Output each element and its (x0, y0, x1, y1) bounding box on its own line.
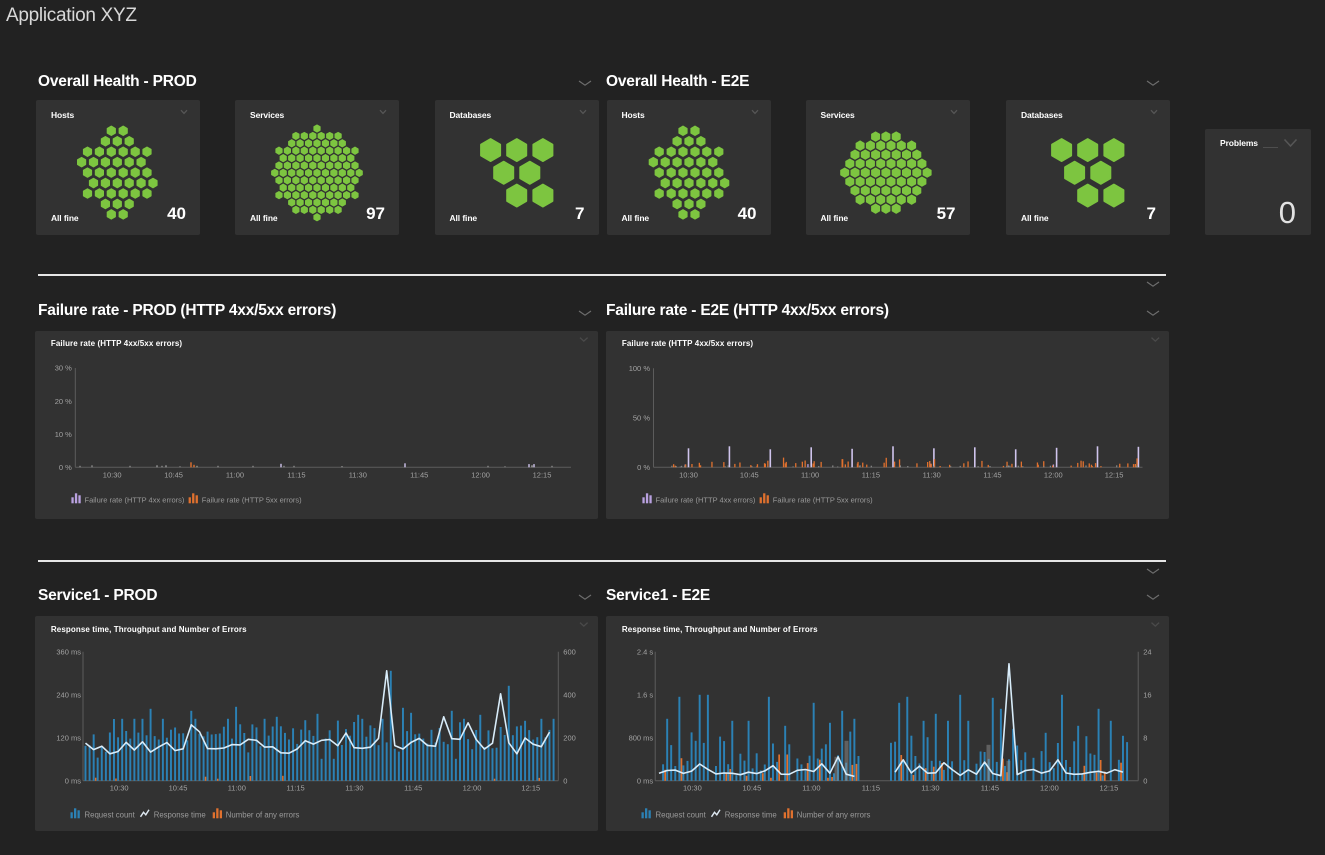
svg-text:30 %: 30 % (55, 364, 72, 373)
svg-text:11:30: 11:30 (922, 470, 940, 479)
svg-text:800 ms: 800 ms (628, 734, 653, 743)
svg-text:Number of any errors: Number of any errors (796, 811, 870, 820)
svg-text:10:45: 10:45 (164, 470, 183, 479)
svg-text:11:15: 11:15 (286, 783, 304, 792)
svg-text:12:15: 12:15 (1099, 783, 1118, 792)
svg-text:12:15: 12:15 (1104, 470, 1123, 479)
svg-text:10 %: 10 % (55, 430, 72, 439)
svg-text:Failure rate (HTTP 5xx errors): Failure rate (HTTP 5xx errors) (772, 496, 872, 505)
svg-text:Failure rate (HTTP 4xx errors): Failure rate (HTTP 4xx errors) (655, 496, 755, 505)
svg-text:11:30: 11:30 (921, 783, 939, 792)
svg-text:Failure rate (HTTP 4xx errors): Failure rate (HTTP 4xx errors) (85, 496, 185, 505)
svg-text:8: 8 (1143, 734, 1147, 743)
svg-text:0 %: 0 % (637, 463, 650, 472)
svg-text:12:00: 12:00 (1043, 470, 1062, 479)
svg-text:Number of any errors: Number of any errors (226, 811, 300, 820)
svg-text:10:30: 10:30 (679, 470, 698, 479)
svg-text:0 %: 0 % (59, 463, 72, 472)
svg-text:10:30: 10:30 (683, 783, 702, 792)
svg-text:12:15: 12:15 (533, 470, 552, 479)
svg-text:100 %: 100 % (628, 364, 650, 373)
svg-text:11:45: 11:45 (983, 470, 1001, 479)
svg-text:11:30: 11:30 (345, 783, 363, 792)
svg-text:50 %: 50 % (632, 414, 649, 423)
svg-text:10:45: 10:45 (739, 470, 758, 479)
svg-text:2.4 s: 2.4 s (636, 648, 653, 657)
svg-text:0 ms: 0 ms (65, 777, 82, 786)
svg-text:12:15: 12:15 (521, 783, 540, 792)
svg-text:10:30: 10:30 (103, 470, 122, 479)
svg-text:240 ms: 240 ms (56, 691, 81, 700)
svg-text:11:15: 11:15 (861, 470, 879, 479)
svg-text:11:30: 11:30 (349, 470, 367, 479)
svg-text:20 %: 20 % (55, 397, 72, 406)
svg-text:0: 0 (1143, 777, 1147, 786)
svg-text:Failure rate (HTTP 5xx errors): Failure rate (HTTP 5xx errors) (202, 496, 302, 505)
svg-text:600: 600 (563, 648, 576, 657)
svg-text:12:00: 12:00 (1040, 783, 1059, 792)
svg-text:1.6 s: 1.6 s (636, 691, 653, 700)
svg-text:Response time, Throughput and: Response time, Throughput and Number of … (51, 625, 247, 634)
svg-text:10:45: 10:45 (742, 783, 761, 792)
svg-text:Failure rate (HTTP 4xx/5xx err: Failure rate (HTTP 4xx/5xx errors) (51, 339, 183, 348)
svg-text:11:00: 11:00 (226, 470, 244, 479)
svg-text:120 ms: 120 ms (56, 734, 81, 743)
svg-text:11:00: 11:00 (802, 783, 820, 792)
svg-text:Response time, Throughput and: Response time, Throughput and Number of … (621, 625, 817, 634)
svg-text:Request count: Request count (655, 811, 706, 820)
svg-text:0 ms: 0 ms (636, 777, 653, 786)
svg-text:11:00: 11:00 (228, 783, 246, 792)
svg-text:24: 24 (1143, 648, 1151, 657)
svg-text:Request count: Request count (85, 811, 136, 820)
svg-text:Failure rate (HTTP 4xx/5xx err: Failure rate (HTTP 4xx/5xx errors) (621, 339, 753, 348)
svg-text:0: 0 (563, 777, 567, 786)
svg-text:Response time: Response time (154, 811, 206, 820)
svg-text:400: 400 (563, 691, 576, 700)
svg-text:10:30: 10:30 (110, 783, 129, 792)
svg-text:11:45: 11:45 (980, 783, 998, 792)
svg-text:Response time: Response time (724, 811, 776, 820)
svg-text:360 ms: 360 ms (56, 648, 81, 657)
svg-text:11:00: 11:00 (800, 470, 818, 479)
svg-text:200: 200 (563, 734, 576, 743)
svg-text:11:45: 11:45 (410, 470, 428, 479)
svg-text:11:45: 11:45 (404, 783, 422, 792)
svg-text:12:00: 12:00 (463, 783, 482, 792)
svg-text:16: 16 (1143, 691, 1151, 700)
svg-text:11:15: 11:15 (287, 470, 305, 479)
svg-text:12:00: 12:00 (471, 470, 490, 479)
svg-text:10:45: 10:45 (169, 783, 188, 792)
svg-text:11:15: 11:15 (861, 783, 879, 792)
